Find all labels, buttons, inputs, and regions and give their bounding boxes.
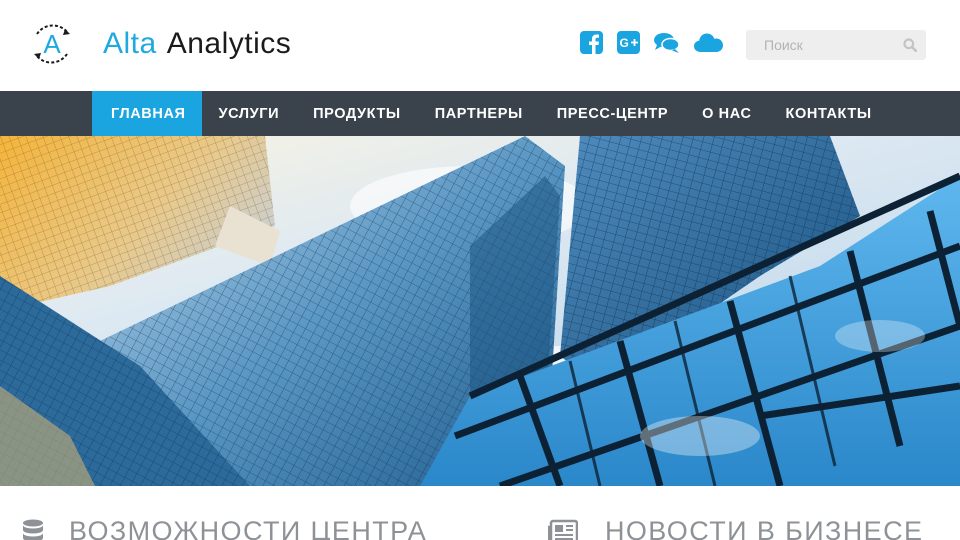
hero-banner xyxy=(0,136,960,486)
features-title: ВОЗМОЖНОСТИ ЦЕНТРА xyxy=(69,516,428,540)
search-icon[interactable] xyxy=(903,38,917,52)
logo[interactable]: A Alta Analytics xyxy=(28,20,291,68)
nav-item-press-center[interactable]: ПРЕСС-ЦЕНТР xyxy=(540,91,685,136)
main-nav: ГЛАВНАЯ УСЛУГИ ПРОДУКТЫ ПАРТНЕРЫ ПРЕСС-Ц… xyxy=(0,91,960,136)
hero-image xyxy=(0,136,960,486)
brand-name-part2: Analytics xyxy=(166,27,292,60)
nav-list: ГЛАВНАЯ УСЛУГИ ПРОДУКТЫ ПАРТНЕРЫ ПРЕСС-Ц… xyxy=(92,91,889,136)
chat-icon[interactable] xyxy=(654,31,680,57)
nav-item-services[interactable]: УСЛУГИ xyxy=(202,91,297,136)
logo-letter: A xyxy=(43,29,61,59)
database-icon xyxy=(23,519,43,540)
facebook-icon[interactable] xyxy=(580,31,603,57)
search-box xyxy=(746,30,926,60)
nav-item-partners[interactable]: ПАРТНЕРЫ xyxy=(418,91,540,136)
nav-item-contacts[interactable]: КОНТАКТЫ xyxy=(769,91,889,136)
newspaper-icon xyxy=(548,519,578,540)
social-links: G xyxy=(580,31,737,57)
svg-text:G: G xyxy=(620,36,629,50)
google-plus-icon[interactable]: G xyxy=(617,31,640,57)
logo-icon: A xyxy=(34,24,70,64)
nav-item-about[interactable]: О НАС xyxy=(685,91,768,136)
site-header: A Alta Analytics G xyxy=(0,0,960,91)
news-heading: НОВОСТИ В БИЗНЕСЕ xyxy=(548,516,923,540)
features-heading: ВОЗМОЖНОСТИ ЦЕНТРА xyxy=(22,516,427,540)
nav-item-products[interactable]: ПРОДУКТЫ xyxy=(296,91,418,136)
nav-item-home[interactable]: ГЛАВНАЯ xyxy=(92,91,202,136)
search-input[interactable] xyxy=(746,30,896,60)
brand-name-part1: Alta xyxy=(103,27,157,60)
brand-name: Alta Analytics xyxy=(103,27,291,61)
cloud-icon[interactable] xyxy=(694,31,723,57)
news-title: НОВОСТИ В БИЗНЕСЕ xyxy=(605,516,924,540)
